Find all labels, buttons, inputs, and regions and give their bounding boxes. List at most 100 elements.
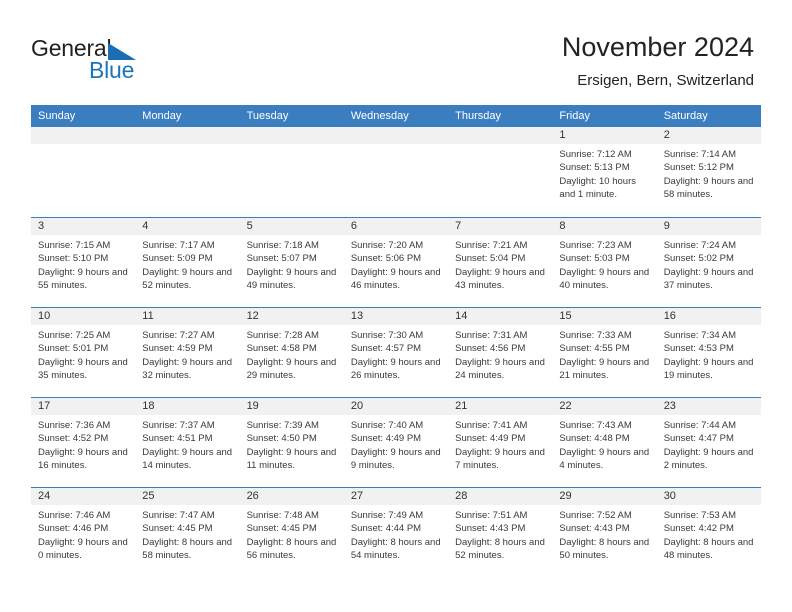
day-number: 13 <box>350 310 364 322</box>
day-cell[interactable]: 10 Sunrise: 7:25 AM Sunset: 5:01 PM Dayligh… <box>31 308 136 397</box>
day-sun-info: Sunrise: 7:46 AM Sunset: 4:46 PM Daylight:… <box>31 505 135 562</box>
day-number-band: 2 <box>656 127 761 144</box>
day-number-band <box>135 127 240 144</box>
sunset-text: Sunset: 4:45 PM <box>142 523 213 535</box>
daylight-text: Daylight: 9 hours and 24 minutes. <box>455 356 545 381</box>
sunset-text: Sunset: 4:47 PM <box>663 433 734 445</box>
general-blue-logo[interactable]: General Blue <box>31 36 231 92</box>
day-cell[interactable]: 9 Sunrise: 7:24 AM Sunset: 5:02 PM Daylight… <box>656 218 761 307</box>
day-number: 6 <box>350 220 357 232</box>
weekday-header-thursday: Thursday <box>455 110 501 122</box>
day-number: 29 <box>559 490 572 502</box>
day-sun-info: Sunrise: 7:39 AM Sunset: 4:50 PM Daylight:… <box>240 415 344 472</box>
daylight-text: Daylight: 8 hours and 54 minutes. <box>350 536 441 561</box>
day-cell[interactable]: 7 Sunrise: 7:21 AM Sunset: 5:04 PM Daylight… <box>448 218 553 307</box>
day-sun-info: Sunrise: 7:33 AM Sunset: 4:55 PM Daylight:… <box>552 325 656 382</box>
day-number-band: 23 <box>656 398 761 415</box>
day-cell[interactable]: 25 Sunrise: 7:47 AM Sunset: 4:45 PM Dayligh… <box>135 488 240 577</box>
day-cell[interactable]: 27 Sunrise: 7:49 AM Sunset: 4:44 PM Dayligh… <box>343 488 449 577</box>
day-cell[interactable]: 23 Sunrise: 7:44 AM Sunset: 4:47 PM Dayligh… <box>656 398 761 487</box>
day-sun-info: Sunrise: 7:17 AM Sunset: 5:09 PM Daylight:… <box>135 235 239 292</box>
day-cell[interactable]: 11 Sunrise: 7:27 AM Sunset: 4:59 PM Dayligh… <box>135 308 240 397</box>
sunrise-text: Sunrise: 7:51 AM <box>455 510 528 521</box>
day-sun-info: Sunrise: 7:53 AM Sunset: 4:42 PM Daylight:… <box>657 505 761 562</box>
day-cell[interactable]: 16 Sunrise: 7:34 AM Sunset: 4:53 PM Dayligh… <box>656 308 761 397</box>
sunrise-text: Sunrise: 7:46 AM <box>38 510 111 521</box>
day-number: 8 <box>559 220 566 232</box>
sunset-text: Sunset: 5:13 PM <box>559 162 630 174</box>
day-cell[interactable]: 13 Sunrise: 7:30 AM Sunset: 4:57 PM Dayligh… <box>343 308 449 397</box>
sunrise-text: Sunrise: 7:12 AM <box>559 149 632 160</box>
day-cell[interactable]: 3 Sunrise: 7:15 AM Sunset: 5:10 PM Daylight… <box>31 218 136 307</box>
daylight-text: Daylight: 10 hours and 1 minute. <box>559 175 636 200</box>
sunset-text: Sunset: 4:45 PM <box>246 523 317 535</box>
day-number-band <box>239 127 344 144</box>
daylight-text: Daylight: 9 hours and 58 minutes. <box>663 175 754 200</box>
sunset-text: Sunset: 4:57 PM <box>350 343 422 355</box>
day-cell[interactable]: 21 Sunrise: 7:41 AM Sunset: 4:49 PM Dayligh… <box>448 398 553 487</box>
sunrise-text: Sunrise: 7:21 AM <box>455 240 528 251</box>
sunrise-text: Sunrise: 7:53 AM <box>663 510 737 521</box>
day-cell[interactable]: 24 Sunrise: 7:46 AM Sunset: 4:46 PM Dayligh… <box>31 488 136 577</box>
sunset-text: Sunset: 4:44 PM <box>350 523 422 535</box>
day-number-band: 4 <box>135 218 240 235</box>
day-number: 26 <box>246 490 259 502</box>
day-cell[interactable]: 22 Sunrise: 7:43 AM Sunset: 4:48 PM Dayligh… <box>552 398 657 487</box>
day-cell[interactable]: 12 Sunrise: 7:28 AM Sunset: 4:58 PM Dayligh… <box>239 308 344 397</box>
sunset-text: Sunset: 4:50 PM <box>246 433 317 445</box>
daylight-text: Daylight: 9 hours and 35 minutes. <box>38 356 128 381</box>
day-number-band: 16 <box>656 308 761 325</box>
day-number-band <box>343 127 449 144</box>
day-number: 27 <box>350 490 364 502</box>
daylight-text: Daylight: 9 hours and 29 minutes. <box>246 356 337 381</box>
day-number: 17 <box>38 400 51 412</box>
sunset-text: Sunset: 5:04 PM <box>455 253 526 265</box>
day-sun-info: Sunrise: 7:37 AM Sunset: 4:51 PM Daylight:… <box>135 415 239 472</box>
day-number: 24 <box>38 490 51 502</box>
day-cell[interactable]: 4 Sunrise: 7:17 AM Sunset: 5:09 PM Daylight… <box>135 218 240 307</box>
day-number: 18 <box>142 400 155 412</box>
day-number-band: 28 <box>448 488 553 505</box>
day-cell[interactable]: 6 Sunrise: 7:20 AM Sunset: 5:06 PM Daylight… <box>343 218 449 307</box>
calendar-weeks: 1 Sunrise: 7:12 AM Sunset: 5:13 PM Daylight… <box>31 127 761 577</box>
day-cell[interactable]: 18 Sunrise: 7:37 AM Sunset: 4:51 PM Dayligh… <box>135 398 240 487</box>
sunrise-text: Sunrise: 7:30 AM <box>350 330 424 341</box>
day-cell[interactable]: 2 Sunrise: 7:14 AM Sunset: 5:12 PM Daylight… <box>656 127 761 217</box>
day-number: 15 <box>559 310 572 322</box>
day-cell[interactable]: 17 Sunrise: 7:36 AM Sunset: 4:52 PM Dayligh… <box>31 398 136 487</box>
day-cell[interactable]: 30 Sunrise: 7:53 AM Sunset: 4:42 PM Dayligh… <box>656 488 761 577</box>
day-number: 9 <box>663 220 670 232</box>
day-cell[interactable]: 1 Sunrise: 7:12 AM Sunset: 5:13 PM Daylight… <box>552 127 657 217</box>
day-cell[interactable]: 26 Sunrise: 7:48 AM Sunset: 4:45 PM Dayligh… <box>239 488 344 577</box>
day-number-band: 21 <box>448 398 553 415</box>
sunrise-text: Sunrise: 7:24 AM <box>663 240 737 251</box>
day-cell[interactable]: 14 Sunrise: 7:31 AM Sunset: 4:56 PM Dayligh… <box>448 308 553 397</box>
day-sun-info: Sunrise: 7:43 AM Sunset: 4:48 PM Daylight:… <box>552 415 656 472</box>
daylight-text: Daylight: 9 hours and 52 minutes. <box>142 266 233 291</box>
sunrise-text: Sunrise: 7:48 AM <box>246 510 319 521</box>
daylight-text: Daylight: 8 hours and 56 minutes. <box>246 536 337 561</box>
sunset-text: Sunset: 4:48 PM <box>559 433 630 445</box>
sunrise-text: Sunrise: 7:34 AM <box>663 330 737 341</box>
day-number: 30 <box>663 490 676 502</box>
calendar-week-row: 10 Sunrise: 7:25 AM Sunset: 5:01 PM Dayligh… <box>31 307 761 397</box>
day-cell[interactable]: 28 Sunrise: 7:51 AM Sunset: 4:43 PM Dayligh… <box>448 488 553 577</box>
day-cell[interactable]: 20 Sunrise: 7:40 AM Sunset: 4:49 PM Dayligh… <box>343 398 449 487</box>
sunrise-text: Sunrise: 7:43 AM <box>559 420 632 431</box>
sunset-text: Sunset: 4:42 PM <box>663 523 734 535</box>
day-number-band: 27 <box>343 488 449 505</box>
day-number-band: 26 <box>239 488 344 505</box>
day-sun-info: Sunrise: 7:36 AM Sunset: 4:52 PM Daylight:… <box>31 415 135 472</box>
calendar-week-row: 1 Sunrise: 7:12 AM Sunset: 5:13 PM Daylight… <box>31 127 761 217</box>
day-cell[interactable]: 8 Sunrise: 7:23 AM Sunset: 5:03 PM Daylight… <box>552 218 657 307</box>
day-cell[interactable]: 5 Sunrise: 7:18 AM Sunset: 5:07 PM Daylight… <box>239 218 344 307</box>
day-cell[interactable]: 15 Sunrise: 7:33 AM Sunset: 4:55 PM Dayligh… <box>552 308 657 397</box>
sunset-text: Sunset: 4:56 PM <box>455 343 526 355</box>
day-cell[interactable]: 29 Sunrise: 7:52 AM Sunset: 4:43 PM Dayligh… <box>552 488 657 577</box>
daylight-text: Daylight: 8 hours and 58 minutes. <box>142 536 233 561</box>
day-cell[interactable]: 19 Sunrise: 7:39 AM Sunset: 4:50 PM Dayligh… <box>239 398 344 487</box>
day-number-band: 22 <box>552 398 657 415</box>
sunrise-text: Sunrise: 7:27 AM <box>142 330 215 341</box>
day-sun-info: Sunrise: 7:24 AM Sunset: 5:02 PM Daylight:… <box>657 235 761 292</box>
day-sun-info: Sunrise: 7:15 AM Sunset: 5:10 PM Daylight:… <box>31 235 135 292</box>
